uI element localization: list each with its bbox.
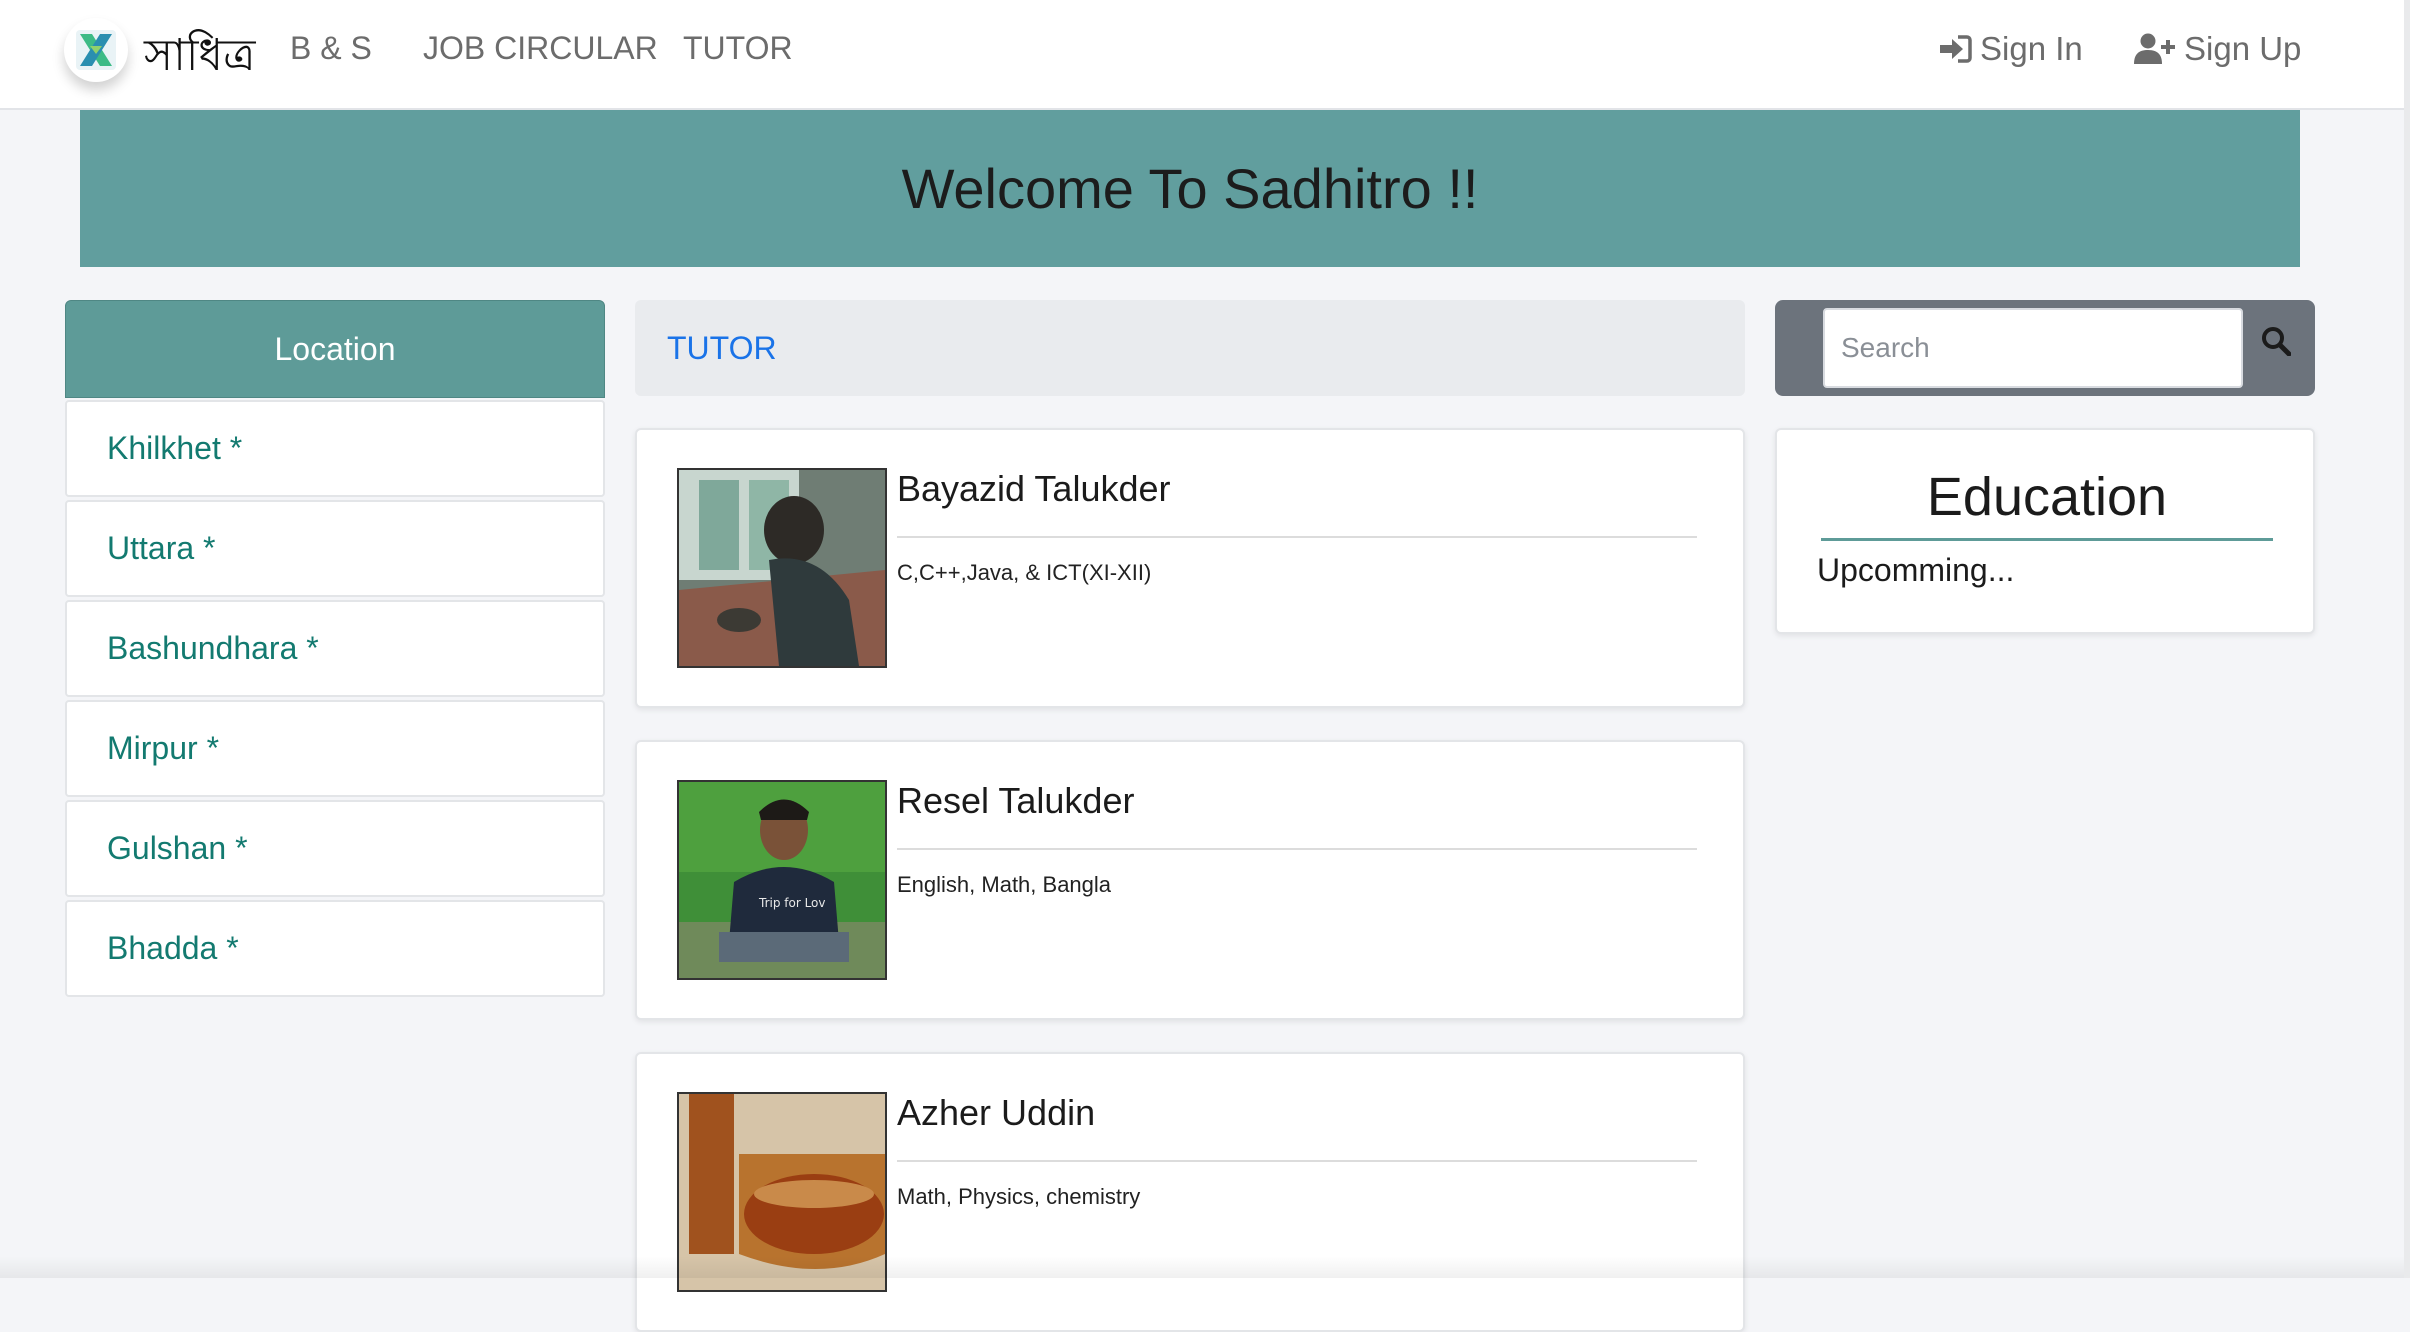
user-plus-icon [2134, 33, 2175, 64]
tutor-section-link[interactable]: TUTOR [667, 330, 777, 367]
svg-text:Trip for Lov: Trip for Lov [758, 896, 826, 910]
nav-link-job-circular[interactable]: JOB CIRCULAR [423, 30, 658, 67]
location-item-bashundhara[interactable]: Bashundhara * [65, 600, 605, 697]
location-item-uttara[interactable]: Uttara * [65, 500, 605, 597]
location-item-mirpur[interactable]: Mirpur * [65, 700, 605, 797]
logo[interactable] [64, 18, 128, 82]
logo-x-icon [76, 30, 116, 70]
nav-link-bs[interactable]: B & S [290, 30, 372, 67]
sign-up-label: Sign Up [2184, 30, 2302, 67]
sign-up-link[interactable]: Sign Up [2134, 30, 2301, 68]
tutor-photo[interactable] [677, 468, 887, 668]
nav-link-tutor[interactable]: TUTOR [683, 30, 793, 67]
top-navbar: সাধিত্র B & S JOB CIRCULAR TUTOR Sign In… [0, 0, 2404, 110]
education-card: Education Upcomming... [1775, 428, 2315, 634]
education-status: Upcomming... [1817, 552, 2015, 588]
tutor-name[interactable]: Resel Talukder [897, 780, 1134, 822]
search-input[interactable] [1823, 308, 2243, 388]
search-bar [1775, 300, 2315, 396]
education-title: Education [1926, 467, 2168, 527]
tutor-subjects: Math, Physics, chemistry [897, 1184, 1141, 1209]
tutor-subjects: C,C++,Java, & ICT(XI-XII) [897, 560, 1152, 585]
bottom-shadow [0, 1256, 2404, 1278]
scrollbar[interactable] [2404, 0, 2410, 1278]
sign-in-link[interactable]: Sign In [1938, 30, 2083, 68]
location-item-bhadda[interactable]: Bhadda * [65, 900, 605, 997]
tutor-card[interactable]: Trip for Lov Resel Talukder English, Mat… [635, 740, 1745, 1020]
divider [897, 848, 1697, 850]
divider [897, 1160, 1697, 1162]
location-item-khilkhet[interactable]: Khilkhet * [65, 400, 605, 497]
welcome-banner: Welcome To Sadhitro !! [80, 110, 2300, 267]
location-header: Location [65, 300, 605, 398]
brand-name[interactable]: সাধিত্র [144, 22, 255, 95]
tutor-name[interactable]: Bayazid Talukder [897, 468, 1171, 510]
tutor-name[interactable]: Azher Uddin [897, 1092, 1095, 1134]
welcome-title: Welcome To Sadhitro !! [901, 157, 1479, 220]
sign-in-icon [1940, 35, 1972, 63]
tutor-photo[interactable]: Trip for Lov [677, 780, 887, 980]
tutor-card[interactable]: Bayazid Talukder C,C++,Java, & ICT(XI-XI… [635, 428, 1745, 708]
divider [897, 536, 1697, 538]
location-item-gulshan[interactable]: Gulshan * [65, 800, 605, 897]
tutor-card[interactable]: Azher Uddin Math, Physics, chemistry [635, 1052, 1745, 1332]
tutor-subjects: English, Math, Bangla [897, 872, 1112, 897]
education-divider [1821, 538, 2273, 541]
search-icon[interactable] [2261, 326, 2291, 356]
tutor-section-header: TUTOR [635, 300, 1745, 396]
sign-in-label: Sign In [1980, 30, 2083, 67]
